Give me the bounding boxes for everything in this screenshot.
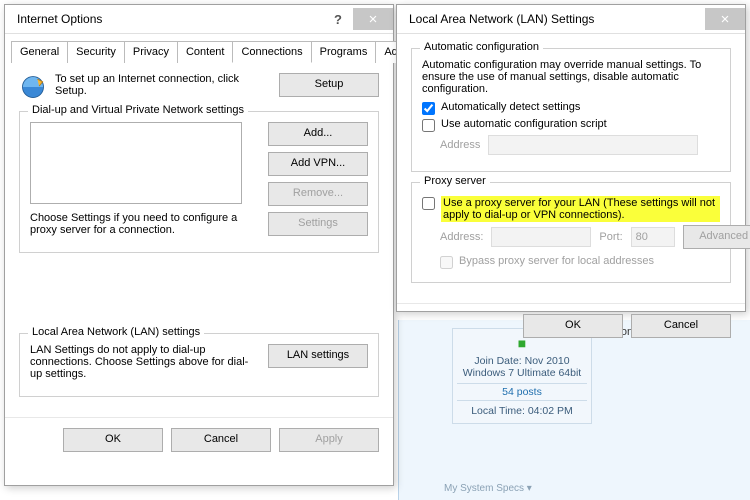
lan-group: Local Area Network (LAN) settings LAN Se… xyxy=(19,333,379,397)
advanced-button: Advanced xyxy=(683,225,750,249)
apply-button: Apply xyxy=(279,428,379,452)
setup-button[interactable]: Setup xyxy=(279,73,379,97)
user-os: Windows 7 Ultimate 64bit xyxy=(457,367,587,379)
proxy-legend: Proxy server xyxy=(420,175,490,187)
address-label: Address xyxy=(440,139,480,151)
add-button[interactable]: Add... xyxy=(268,122,368,146)
lan-settings-dialog: Local Area Network (LAN) Settings × Auto… xyxy=(396,4,746,312)
help-button[interactable]: ? xyxy=(323,8,353,30)
auto-config-legend: Automatic configuration xyxy=(420,41,543,53)
autodetect-checkbox[interactable]: Automatically detect settings xyxy=(422,101,720,115)
auto-config-text: Automatic configuration may override man… xyxy=(422,59,720,95)
lan-legend: Local Area Network (LAN) settings xyxy=(28,326,204,338)
use-proxy-checkbox[interactable]: Use a proxy server for your LAN (These s… xyxy=(422,196,720,222)
proxy-address-input xyxy=(491,227,591,247)
lan-text: LAN Settings do not apply to dial-up con… xyxy=(30,344,260,380)
dialup-legend: Dial-up and Virtual Private Network sett… xyxy=(28,104,248,116)
post-count[interactable]: 54 posts xyxy=(457,383,587,401)
use-proxy-label: Use a proxy server for your LAN (These s… xyxy=(441,196,720,222)
tab-content[interactable]: Content xyxy=(177,41,234,63)
proxy-address-label: Address: xyxy=(440,231,483,243)
dialup-group: Dial-up and Virtual Private Network sett… xyxy=(19,111,379,253)
ok-button[interactable]: OK xyxy=(63,428,163,452)
tab-privacy[interactable]: Privacy xyxy=(124,41,178,63)
remove-button: Remove... xyxy=(268,182,368,206)
proxy-group: Proxy server Use a proxy server for your… xyxy=(411,182,731,283)
auto-config-group: Automatic configuration Automatic config… xyxy=(411,48,731,172)
tab-security[interactable]: Security xyxy=(67,41,125,63)
proxy-port-input xyxy=(631,227,675,247)
close-button[interactable]: × xyxy=(705,8,745,30)
join-date: Join Date: Nov 2010 xyxy=(457,355,587,367)
lan-settings-button[interactable]: LAN settings xyxy=(268,344,368,368)
script-address-input xyxy=(488,135,698,155)
choose-settings-text: Choose Settings if you need to configure… xyxy=(30,212,260,236)
autoscript-checkbox[interactable]: Use automatic configuration script xyxy=(422,118,720,132)
tab-connections[interactable]: Connections xyxy=(232,41,311,63)
cancel-button[interactable]: Cancel xyxy=(171,428,271,452)
bypass-checkbox: Bypass proxy server for local addresses xyxy=(440,255,720,269)
add-vpn-button[interactable]: Add VPN... xyxy=(268,152,368,176)
dialog-title: Local Area Network (LAN) Settings xyxy=(409,12,705,26)
tab-programs[interactable]: Programs xyxy=(311,41,377,63)
dialog-title: Internet Options xyxy=(17,12,323,26)
local-time: Local Time: 04:02 PM xyxy=(457,405,587,417)
globe-icon xyxy=(19,73,47,101)
connections-listbox[interactable] xyxy=(30,122,242,204)
setup-text: To set up an Internet connection, click … xyxy=(55,73,271,97)
system-specs-link[interactable]: My System Specs ▾ xyxy=(444,483,532,494)
cancel-button[interactable]: Cancel xyxy=(631,314,731,338)
close-button[interactable]: × xyxy=(353,8,393,30)
ok-button[interactable]: OK xyxy=(523,314,623,338)
tab-general[interactable]: General xyxy=(11,41,68,63)
settings-button: Settings xyxy=(268,212,368,236)
tab-strip: General Security Privacy Content Connect… xyxy=(11,40,387,63)
proxy-port-label: Port: xyxy=(599,231,622,243)
internet-options-dialog: Internet Options ? × General Security Pr… xyxy=(4,4,394,486)
